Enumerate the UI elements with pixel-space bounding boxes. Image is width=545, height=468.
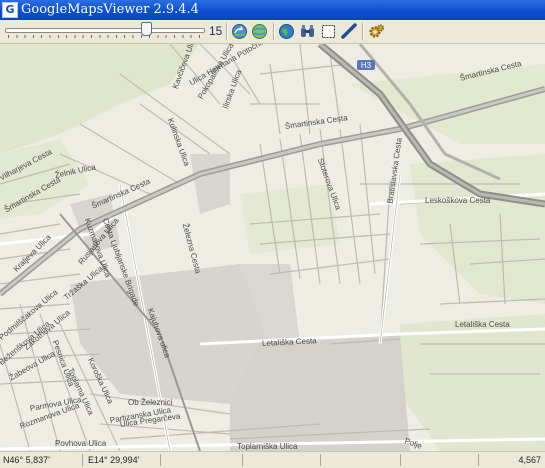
- map-view[interactable]: H3 Šmartinska Cesta Šmartinska Cesta Šma…: [0, 44, 545, 451]
- select-rectangle-icon: [322, 25, 335, 38]
- street-label: Toplarniška Ulica: [237, 442, 298, 451]
- status-bar: N46° 5,837' E14° 29,994' 4,567: [0, 451, 545, 468]
- street-label: Povhova Ulica: [55, 439, 107, 448]
- title-bar: G GoogleMapsViewer 2.9.4.4: [0, 0, 545, 20]
- zoom-slider-thumb[interactable]: [141, 22, 152, 36]
- street-label: Leskoškova Cesta: [425, 196, 491, 205]
- app-icon: G: [2, 2, 18, 18]
- earth-view-button[interactable]: [277, 22, 296, 41]
- highway-shield-label: H3: [361, 61, 372, 70]
- binoculars-button[interactable]: [298, 22, 317, 41]
- status-divider: [242, 454, 243, 466]
- status-divider: [478, 454, 479, 466]
- reload-map-button[interactable]: [230, 22, 249, 41]
- settings-gear-icon: [369, 24, 385, 38]
- zoom-slider[interactable]: [5, 22, 205, 40]
- toolbar: 15: [0, 20, 545, 44]
- toolbar-separator: [362, 23, 364, 40]
- globe-icon: [252, 24, 267, 39]
- status-divider: [400, 454, 401, 466]
- zoom-level-value: 15: [209, 24, 223, 38]
- window-title: GoogleMapsViewer 2.9.4.4: [21, 2, 199, 17]
- reload-map-icon: [232, 24, 247, 39]
- settings-button[interactable]: [367, 22, 386, 41]
- latitude-readout: N46° 5,837': [3, 455, 50, 465]
- measure-ruler-button[interactable]: [340, 22, 359, 41]
- zoom-slider-ticks: [8, 35, 202, 38]
- industrial-area: [230, 334, 410, 451]
- toolbar-separator: [226, 23, 228, 40]
- status-divider: [320, 454, 321, 466]
- longitude-readout: E14° 29,994': [88, 455, 140, 465]
- map-scale-readout: 4,567: [518, 455, 541, 465]
- measure-ruler-icon: [341, 23, 357, 39]
- globe-button[interactable]: [250, 22, 269, 41]
- select-rectangle-button[interactable]: [319, 22, 338, 41]
- street-label: Letališka Cesta: [455, 320, 510, 329]
- zoom-slider-track[interactable]: [5, 28, 205, 33]
- earth-view-icon: [279, 24, 294, 39]
- binoculars-icon: [301, 25, 314, 37]
- status-divider: [82, 454, 83, 466]
- toolbar-separator: [273, 23, 275, 40]
- green-area: [240, 184, 340, 254]
- status-divider: [160, 454, 161, 466]
